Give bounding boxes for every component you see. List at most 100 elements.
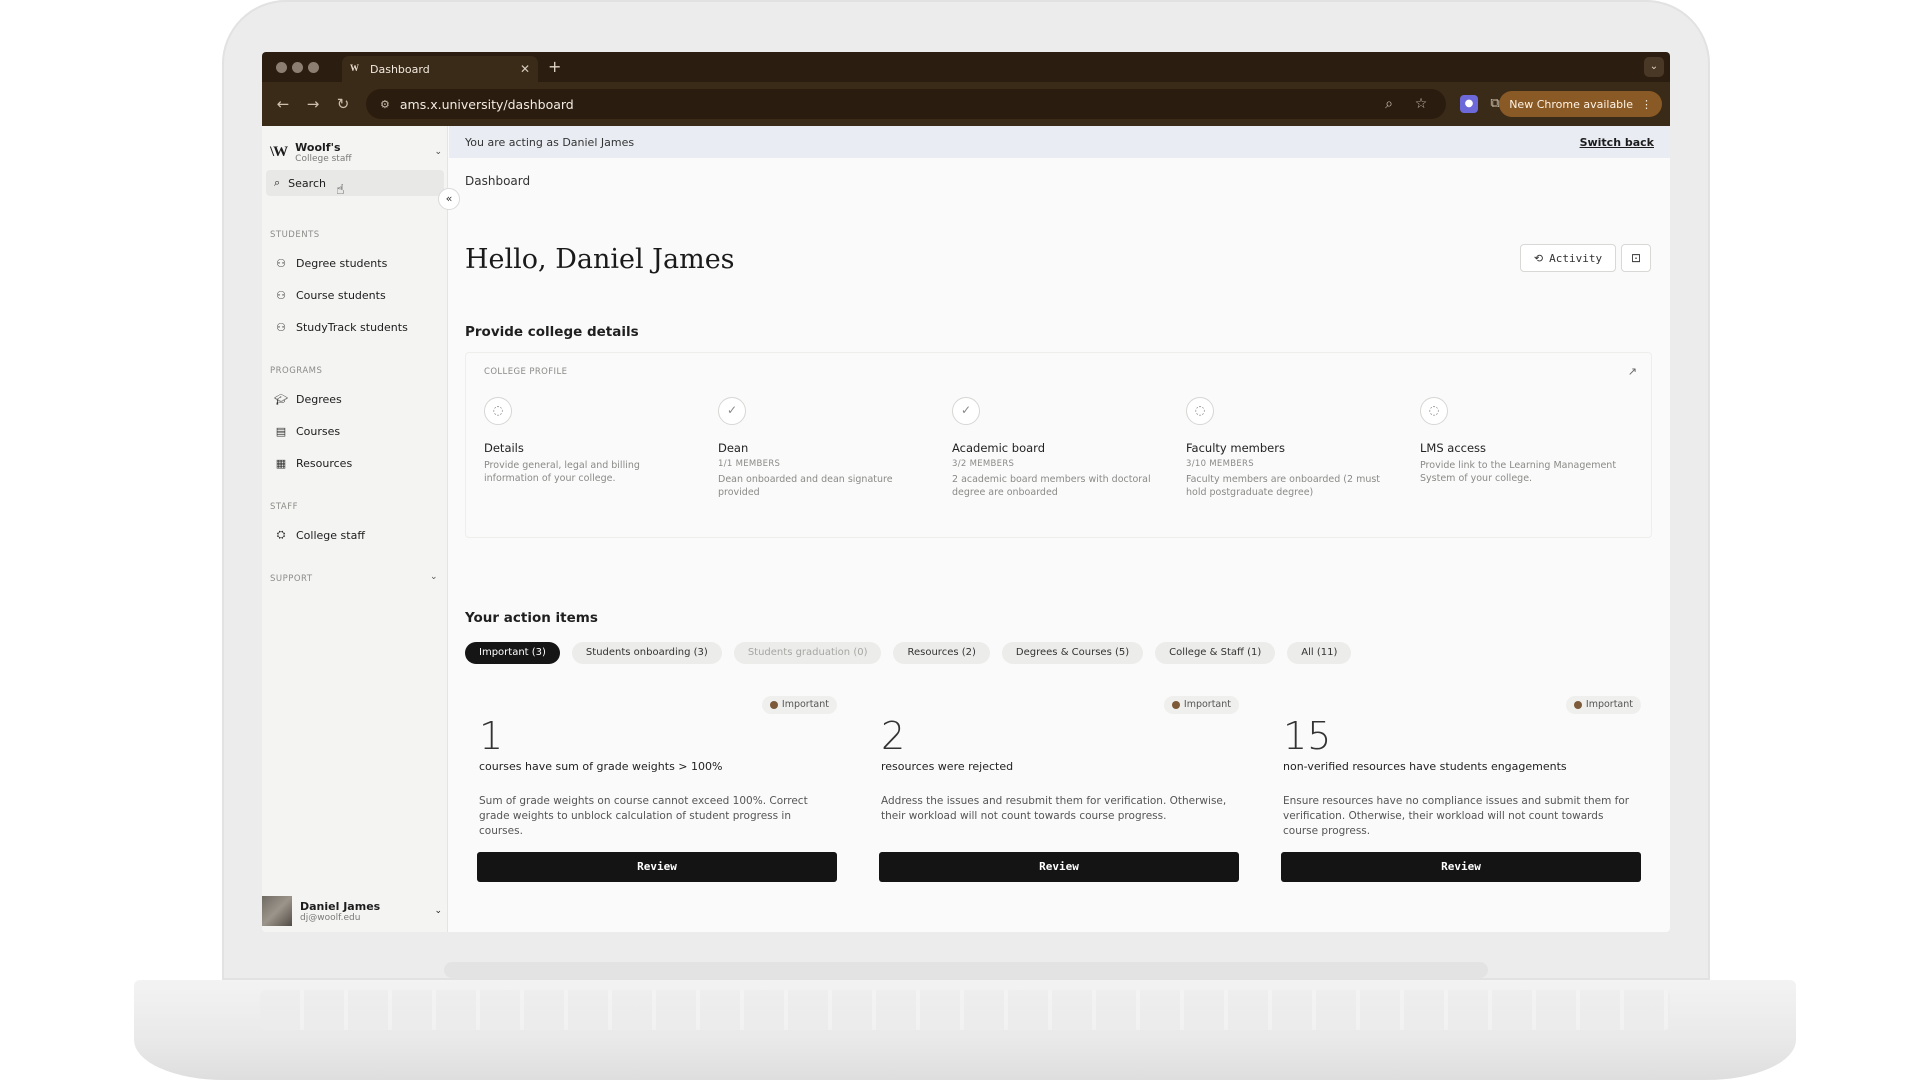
section-students: STUDENTS bbox=[270, 230, 320, 240]
new-tab-icon[interactable]: + bbox=[548, 57, 561, 76]
review-button[interactable]: Review bbox=[879, 852, 1239, 882]
window-close-dot[interactable] bbox=[276, 62, 287, 73]
sidebar-item-label: Degrees bbox=[296, 392, 342, 406]
step-count: 3/2 MEMBERS bbox=[952, 459, 1015, 469]
collapse-sidebar-button[interactable]: « bbox=[438, 188, 460, 210]
review-button[interactable]: Review bbox=[477, 852, 837, 882]
main-content: You are acting as Daniel James Switch ba… bbox=[449, 126, 1670, 932]
profile-step-details[interactable]: ◌ Details Provide general, legal and bil… bbox=[484, 397, 694, 485]
section-programs: PROGRAMS bbox=[270, 366, 323, 376]
screen: W Dashboard ✕ + ⌄ ← → ↻ ⚙ ams.x.universi… bbox=[262, 52, 1670, 932]
sidebar-item-degrees[interactable]: 🎓︎ Degrees bbox=[274, 390, 342, 408]
window-zoom-dot[interactable] bbox=[308, 62, 319, 73]
filter-chip-college-staff[interactable]: College & Staff (1) bbox=[1155, 642, 1276, 664]
sidebar-item-resources[interactable]: ▦ Resources bbox=[274, 454, 352, 472]
step-desc: Dean onboarded and dean signature provid… bbox=[718, 474, 893, 498]
chevron-down-icon[interactable]: ⌄ bbox=[430, 572, 438, 582]
card-title: courses have sum of grade weights > 100% bbox=[479, 760, 723, 773]
book-icon: ▤ bbox=[275, 424, 287, 438]
badge-label: Important bbox=[1585, 699, 1633, 710]
users-icon: ⚇ bbox=[276, 256, 286, 270]
check-icon: ✓ bbox=[718, 397, 746, 425]
users-icon: ⚇ bbox=[276, 320, 286, 334]
card-title: resources were rejected bbox=[881, 760, 1014, 773]
history-icon: ⟲ bbox=[1533, 251, 1544, 265]
sidebar-item-label: Course students bbox=[296, 288, 386, 302]
laptop-keyboard bbox=[260, 990, 1670, 1030]
address-bar[interactable]: ⚙ ams.x.university/dashboard ⌕ ☆ bbox=[366, 89, 1446, 119]
sidebar-item-studytrack-students[interactable]: ⚇ StudyTrack students bbox=[274, 318, 408, 336]
section-support[interactable]: SUPPORT bbox=[270, 574, 313, 584]
filter-chip-resources[interactable]: Resources (2) bbox=[893, 642, 990, 664]
org-switcher[interactable]: \W Woolf's College staff ⌄ bbox=[270, 138, 442, 166]
sidebar-item-course-students[interactable]: ⚇ Course students bbox=[274, 286, 386, 304]
zoom-icon[interactable]: ⌕ bbox=[1378, 96, 1400, 112]
important-badge: Important bbox=[761, 696, 837, 714]
close-tab-icon[interactable]: ✕ bbox=[520, 62, 530, 76]
search-icon: ⌕ bbox=[274, 176, 281, 189]
user-name: Daniel James bbox=[300, 899, 381, 913]
profile-step-academic-board[interactable]: ✓ Academic board 3/2 MEMBERS 2 academic … bbox=[952, 397, 1162, 499]
college-profile-label: COLLEGE PROFILE bbox=[484, 367, 568, 377]
acting-as-text: You are acting as Daniel James bbox=[465, 135, 635, 149]
provide-details-heading: Provide college details bbox=[465, 324, 639, 340]
filter-chip-all[interactable]: All (11) bbox=[1287, 642, 1352, 664]
forward-icon[interactable]: → bbox=[298, 95, 328, 113]
extension-icon[interactable]: ● bbox=[1460, 95, 1478, 113]
sidebar-item-label: Courses bbox=[296, 424, 341, 438]
action-filters: Important (3) Students onboarding (3) St… bbox=[465, 642, 1352, 664]
filter-chip-degrees-courses[interactable]: Degrees & Courses (5) bbox=[1001, 642, 1144, 664]
org-logo: \W bbox=[270, 143, 288, 160]
org-name: Woolf's bbox=[295, 140, 341, 154]
browser-toolbar: ← → ↻ ⚙ ams.x.university/dashboard ⌕ ☆ ●… bbox=[262, 82, 1670, 126]
pending-icon: ◌ bbox=[1186, 397, 1214, 425]
sidebar-search[interactable]: ⌕ Search bbox=[266, 170, 444, 196]
filter-chip-students-graduation[interactable]: Students graduation (0) bbox=[733, 642, 882, 664]
window-minimize-dot[interactable] bbox=[292, 62, 303, 73]
tab-search-chevron-icon[interactable]: ⌄ bbox=[1644, 57, 1664, 77]
sidebar-item-label: Resources bbox=[296, 456, 353, 470]
switch-back-link[interactable]: Switch back bbox=[1580, 136, 1654, 149]
important-badge: Important bbox=[1163, 696, 1239, 714]
badge-label: Important bbox=[781, 699, 829, 710]
activity-button[interactable]: ⟲ Activity bbox=[1520, 244, 1616, 272]
action-card: Important 2 resources were rejected Addr… bbox=[879, 696, 1239, 886]
sidebar-item-label: College staff bbox=[296, 528, 365, 542]
org-role: College staff bbox=[295, 153, 352, 164]
graduation-cap-icon: 🎓︎ bbox=[274, 392, 288, 406]
card-description: Sum of grade weights on course cannot ex… bbox=[479, 795, 808, 837]
review-button[interactable]: Review bbox=[1281, 852, 1641, 882]
alert-dot-icon bbox=[1171, 701, 1180, 709]
filter-chip-important[interactable]: Important (3) bbox=[465, 642, 560, 664]
panel-toggle-button[interactable]: ⊡ bbox=[1621, 244, 1651, 272]
profile-step-faculty-members[interactable]: ◌ Faculty members 3/10 MEMBERS Faculty m… bbox=[1186, 397, 1396, 499]
alert-dot-icon bbox=[769, 701, 778, 709]
filter-chip-students-onboarding[interactable]: Students onboarding (3) bbox=[571, 642, 722, 664]
sidebar: \W Woolf's College staff ⌄ ⌕ Search ☝ ST… bbox=[262, 126, 448, 932]
profile-step-dean[interactable]: ✓ Dean 1/1 MEMBERS Dean onboarded and de… bbox=[718, 397, 928, 499]
site-settings-icon[interactable]: ⚙ bbox=[380, 98, 390, 111]
page-title: Hello, Daniel James bbox=[465, 244, 735, 275]
user-menu[interactable]: Daniel James dj@woolf.edu ⌄ bbox=[262, 896, 448, 926]
sidebar-item-degree-students[interactable]: ⚇ Degree students bbox=[274, 254, 387, 272]
sidebar-item-courses[interactable]: ▤ Courses bbox=[274, 422, 340, 440]
back-icon[interactable]: ← bbox=[268, 95, 298, 113]
step-count: 3/10 MEMBERS bbox=[1186, 459, 1254, 469]
profile-step-lms-access[interactable]: ◌ LMS access Provide link to the Learnin… bbox=[1420, 397, 1630, 485]
breadcrumb[interactable]: Dashboard bbox=[465, 174, 530, 188]
laptop-hinge bbox=[444, 962, 1488, 978]
sidebar-item-college-staff[interactable]: ⛭ College staff bbox=[274, 526, 365, 544]
step-desc: Provide link to the Learning Management … bbox=[1420, 460, 1617, 484]
important-badge: Important bbox=[1565, 696, 1641, 714]
card-description: Ensure resources have no compliance issu… bbox=[1283, 795, 1630, 837]
browser-tab-dashboard[interactable]: W Dashboard ✕ bbox=[342, 56, 538, 82]
action-card: Important 15 non-verified resources have… bbox=[1281, 696, 1641, 886]
step-title: Academic board bbox=[952, 441, 1045, 455]
step-title: LMS access bbox=[1420, 441, 1487, 455]
bookmark-star-icon[interactable]: ☆ bbox=[1410, 96, 1432, 112]
search-label: Search bbox=[288, 176, 326, 190]
reload-icon[interactable]: ↻ bbox=[328, 95, 358, 113]
avatar bbox=[262, 896, 292, 926]
external-link-icon[interactable]: ↗ bbox=[1628, 365, 1637, 378]
chrome-update-button[interactable]: New Chrome available ⋮ bbox=[1499, 91, 1662, 117]
